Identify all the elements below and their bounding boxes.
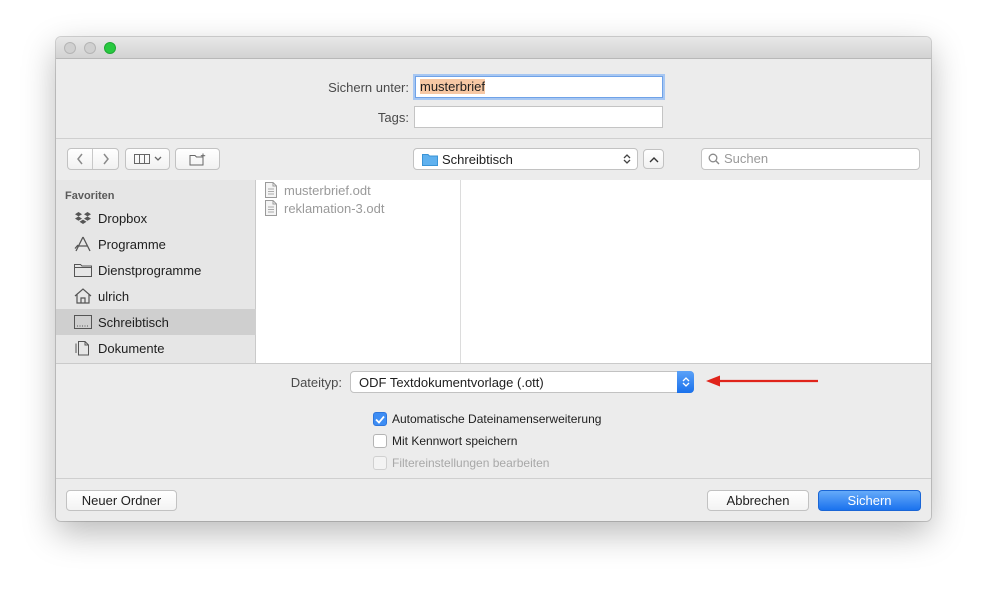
forward-button[interactable]	[93, 149, 118, 169]
checkmark-icon	[375, 415, 385, 424]
file-item[interactable]: reklamation-3.odt	[263, 199, 384, 217]
new-folder-toolbar-button[interactable]	[175, 148, 220, 170]
folder-icon	[422, 153, 438, 166]
cancel-button[interactable]: Abbrechen	[707, 490, 809, 511]
auto-extension-checkbox[interactable]	[373, 412, 387, 426]
popup-arrow	[677, 371, 694, 393]
filetype-value: ODF Textdokumentvorlage (.ott)	[359, 374, 544, 390]
sidebar-item-programme[interactable]: Programme	[56, 231, 256, 257]
auto-extension-label: Automatische Dateinamenserweiterung	[392, 412, 602, 426]
sidebar-item-label: Dropbox	[98, 210, 148, 226]
search-placeholder: Suchen	[724, 151, 769, 166]
password-checkbox[interactable]	[373, 434, 387, 448]
save-button[interactable]: Sichern	[818, 490, 921, 511]
search-field[interactable]: Suchen	[701, 148, 920, 170]
dropbox-icon	[73, 209, 93, 227]
up-down-chevron-icon	[623, 154, 631, 164]
desktop-icon	[73, 313, 93, 331]
sidebar-item-label: Dienstprogramme	[98, 262, 202, 278]
chevron-left-icon	[77, 153, 83, 165]
documents-icon	[73, 339, 93, 357]
filename-input[interactable]: musterbrief	[415, 76, 663, 98]
sidebar-item-schreibtisch[interactable]: Schreibtisch	[56, 309, 256, 335]
zoom-button[interactable]	[104, 42, 116, 54]
column-view-icon	[133, 154, 150, 164]
tags-input[interactable]	[414, 106, 663, 128]
filetype-label: Dateityp:	[290, 375, 342, 390]
sidebar-item-label: Schreibtisch	[98, 314, 169, 330]
location-label: Schreibtisch	[442, 151, 513, 167]
chevron-down-icon	[154, 156, 161, 161]
close-button[interactable]	[64, 42, 76, 54]
filetype-popup[interactable]: ODF Textdokumentvorlage (.ott)	[350, 371, 694, 393]
sidebar-item-dienstprogramme[interactable]: Dienstprogramme	[56, 257, 256, 283]
sidebar-item-label: Programme	[98, 236, 166, 252]
collapse-button[interactable]	[643, 149, 664, 169]
title-bar	[56, 37, 931, 59]
file-item[interactable]: musterbrief.odt	[263, 181, 371, 199]
chevron-up-icon	[649, 156, 658, 162]
new-folder-button[interactable]: Neuer Ordner	[66, 490, 177, 511]
save-dialog: Sichern unter: musterbrief Tags: Schreib…	[56, 37, 931, 521]
save-as-label: Sichern unter:	[328, 80, 409, 95]
folder-icon	[73, 261, 93, 279]
applications-icon	[73, 235, 93, 253]
document-icon	[265, 182, 277, 198]
divider	[56, 138, 931, 139]
password-option[interactable]: Mit Kennwort speichern	[373, 433, 517, 449]
divider	[56, 478, 931, 479]
up-down-chevron-icon	[682, 377, 689, 387]
new-folder-icon	[189, 153, 205, 165]
sidebar-item-label: ulrich	[98, 288, 130, 304]
filter-settings-checkbox	[373, 456, 387, 470]
search-icon	[708, 153, 720, 165]
sidebar-heading: Favoriten	[65, 190, 115, 202]
file-name: musterbrief.odt	[284, 182, 371, 198]
tags-label: Tags:	[377, 110, 409, 125]
chevron-right-icon	[102, 153, 109, 165]
filter-settings-option: Filtereinstellungen bearbeiten	[373, 455, 549, 471]
home-icon	[73, 287, 93, 305]
file-column: musterbrief.odt reklamation-3.odt	[256, 180, 461, 363]
sidebar-item-dokumente[interactable]: Dokumente	[56, 335, 256, 361]
back-button[interactable]	[68, 149, 94, 169]
file-browser: musterbrief.odt reklamation-3.odt	[256, 180, 931, 363]
sidebar-item-label: Dokumente	[98, 340, 165, 356]
sidebar-item-dropbox[interactable]: Dropbox	[56, 205, 256, 231]
back-forward-group	[67, 148, 119, 170]
minimize-button[interactable]	[84, 42, 96, 54]
annotation-arrow	[706, 375, 818, 387]
file-name: reklamation-3.odt	[284, 200, 385, 216]
filename-selected-text: musterbrief	[420, 79, 486, 94]
auto-extension-option[interactable]: Automatische Dateinamenserweiterung	[373, 411, 601, 427]
view-mode-button[interactable]	[125, 148, 170, 170]
sidebar-item-ulrich[interactable]: ulrich	[56, 283, 256, 309]
password-label: Mit Kennwort speichern	[392, 434, 518, 448]
document-icon	[265, 200, 277, 216]
location-popup[interactable]: Schreibtisch	[413, 148, 638, 170]
filter-settings-label: Filtereinstellungen bearbeiten	[392, 456, 550, 470]
sidebar: Favoriten Dropbox Programme Dienstprogra…	[56, 180, 256, 363]
